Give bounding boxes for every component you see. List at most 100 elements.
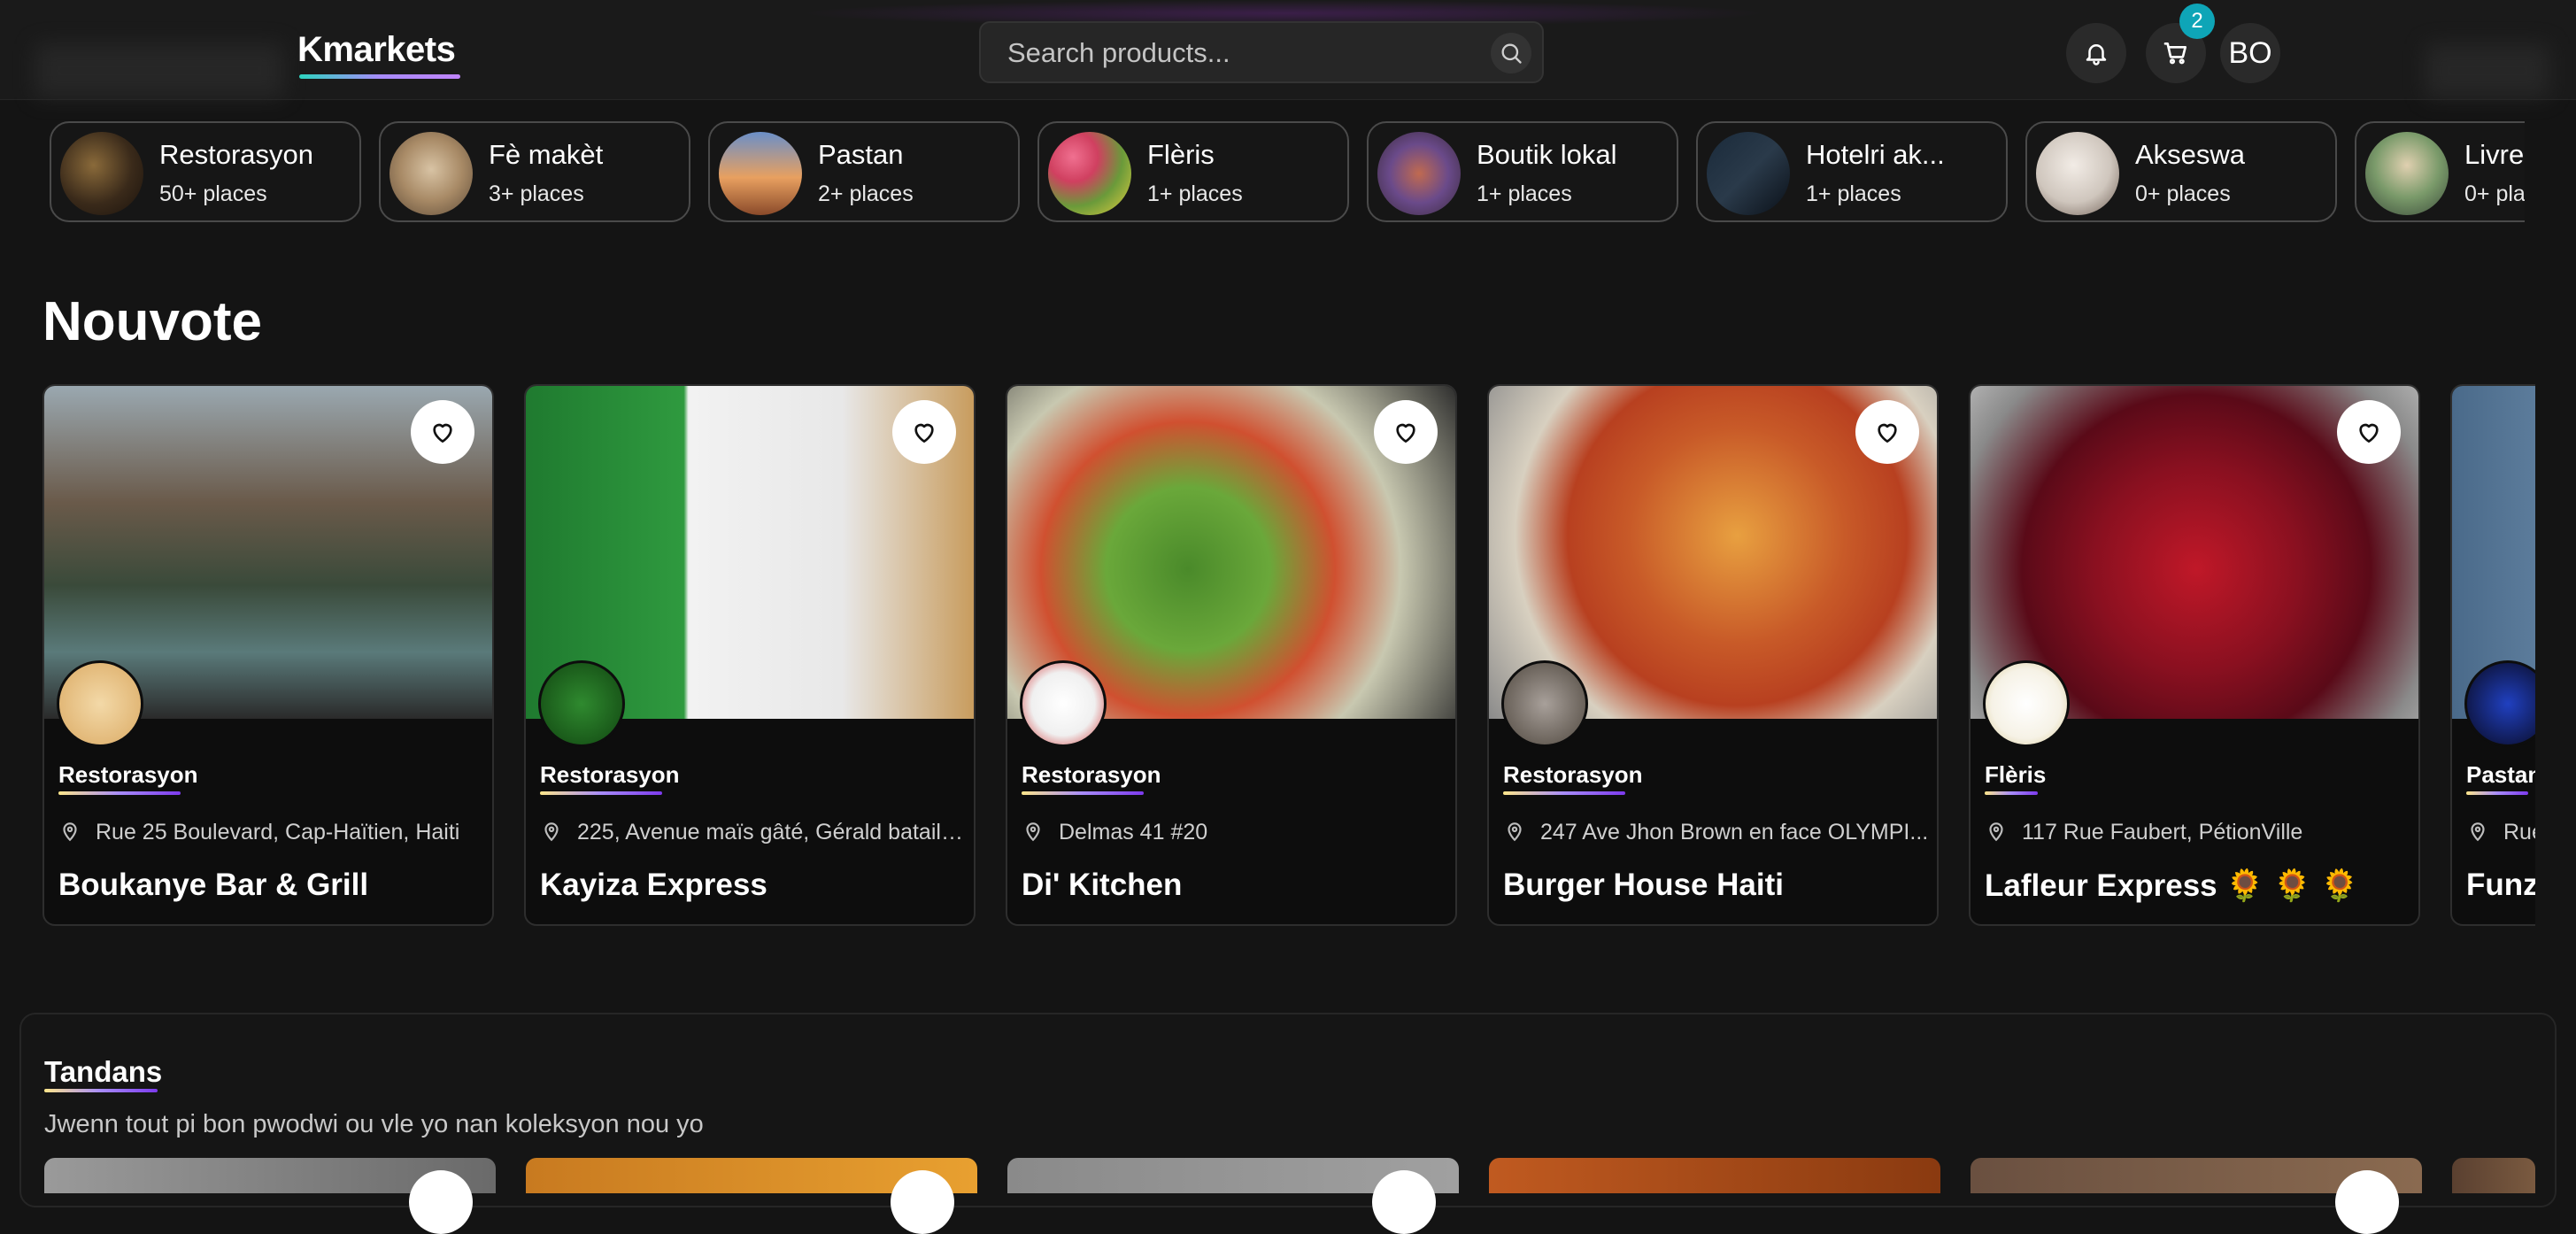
location-pin-icon <box>1026 822 1040 842</box>
category-strip: Restorasyon 50+ places Fè makèt 3+ place… <box>0 120 2525 227</box>
place-name[interactable]: Lafleur Express 🌻 🌻 🌻 <box>1985 868 2359 904</box>
category-image <box>1707 132 1790 215</box>
location-pin-icon <box>1989 822 2003 842</box>
category-image <box>2036 132 2119 215</box>
category-count: 0+ places <box>2464 181 2525 206</box>
favorite-button[interactable] <box>2337 400 2401 464</box>
trend-card[interactable] <box>2452 1158 2535 1193</box>
favorite-button[interactable] <box>1372 1170 1436 1234</box>
place-category: Flèris <box>1985 761 2047 788</box>
category-image <box>60 132 143 215</box>
place-logo <box>57 660 143 747</box>
brand-logo[interactable]: Kmarkets <box>297 30 456 70</box>
section-title-new: Nouvote <box>42 291 262 352</box>
favorite-button[interactable] <box>891 1170 954 1234</box>
place-card[interactable]: Restorasyon 225, Avenue maïs gâté, Géral… <box>524 384 976 926</box>
location-pin-icon <box>544 822 559 842</box>
category-image <box>1048 132 1131 215</box>
category-underline <box>58 791 181 795</box>
place-card[interactable]: Restorasyon Delmas 41 #20 Di' Kitchen <box>1006 384 1457 926</box>
category-image <box>719 132 802 215</box>
category-name: Livrez <box>2464 139 2525 170</box>
favorite-button[interactable] <box>1374 400 1438 464</box>
category-underline <box>2466 791 2528 795</box>
cart-count-badge: 2 <box>2179 4 2215 39</box>
heart-icon <box>914 423 934 443</box>
category-name: Akseswa <box>2135 139 2246 170</box>
brand-underline <box>299 74 460 79</box>
place-name[interactable]: Boukanye Bar & Grill <box>58 868 368 903</box>
search-button[interactable] <box>1491 33 1531 73</box>
place-address: 225, Avenue maïs gâté, Gérald bataille .… <box>577 820 967 845</box>
category-image <box>2365 132 2449 215</box>
category-count: 3+ places <box>489 181 584 206</box>
place-category: Restorasyon <box>1022 761 1161 788</box>
favorite-button[interactable] <box>892 400 956 464</box>
category-chip-fe-maket[interactable]: Fè makèt 3+ places <box>379 121 690 222</box>
favorite-button[interactable] <box>411 400 474 464</box>
category-underline <box>1503 791 1625 795</box>
favorite-button[interactable] <box>1855 400 1919 464</box>
header-blur-right <box>2426 44 2549 97</box>
header-blur-left <box>35 44 283 97</box>
place-name[interactable]: Kayiza Express <box>540 868 767 903</box>
place-logo <box>1501 660 1588 747</box>
place-name[interactable]: Funzo <box>2466 868 2535 903</box>
category-image <box>389 132 473 215</box>
location-pin-icon <box>63 822 77 842</box>
section-title-trends: Tandans <box>44 1055 163 1088</box>
search-box[interactable] <box>979 21 1544 83</box>
place-card[interactable]: Flèris 117 Rue Faubert, PétionVille Lafl… <box>1969 384 2420 926</box>
category-name: Hotelri ak... <box>1806 139 1945 170</box>
heart-icon <box>433 423 452 443</box>
category-count: 1+ places <box>1477 181 1572 206</box>
category-name: Pastan <box>818 139 904 170</box>
category-underline <box>1022 791 1144 795</box>
category-count: 2+ places <box>818 181 914 206</box>
favorite-button[interactable] <box>409 1170 473 1234</box>
category-name: Restorasyon <box>159 139 314 170</box>
category-count: 1+ places <box>1806 181 1901 206</box>
place-name[interactable]: Burger House Haiti <box>1503 868 1784 903</box>
category-name: Flèris <box>1147 139 1215 170</box>
bell-icon <box>2086 44 2107 66</box>
trends-underline <box>44 1089 158 1092</box>
place-card[interactable]: Restorasyon 247 Ave Jhon Brown en face O… <box>1487 384 1939 926</box>
place-card[interactable]: Pastan Rue Funzo <box>2450 384 2535 926</box>
category-name: Boutik lokal <box>1477 139 1617 170</box>
user-avatar-button[interactable]: BO <box>2220 23 2280 83</box>
search-input[interactable] <box>1006 34 1469 73</box>
place-category: Restorasyon <box>540 761 680 788</box>
notifications-button[interactable] <box>2066 23 2126 83</box>
category-chip-livrezon[interactable]: Livrez 0+ places <box>2355 121 2525 222</box>
cart-icon <box>2163 42 2187 65</box>
heart-icon <box>2359 423 2379 443</box>
category-count: 1+ places <box>1147 181 1243 206</box>
category-count: 0+ places <box>2135 181 2231 206</box>
category-chip-pastan[interactable]: Pastan 2+ places <box>708 121 1020 222</box>
category-chip-fleris[interactable]: Flèris 1+ places <box>1037 121 1349 222</box>
trends-subtitle: Jwenn tout pi bon pwodwi ou vle yo nan k… <box>44 1110 704 1138</box>
place-category: Restorasyon <box>58 761 198 788</box>
category-chip-boutik-lokal[interactable]: Boutik lokal 1+ places <box>1367 121 1678 222</box>
place-name[interactable]: Di' Kitchen <box>1022 868 1182 903</box>
place-category: Restorasyon <box>1503 761 1643 788</box>
heart-icon <box>1878 423 1897 443</box>
location-pin-icon <box>2471 822 2485 842</box>
category-chip-akseswa[interactable]: Akseswa 0+ places <box>2025 121 2337 222</box>
trend-card[interactable] <box>1489 1158 1940 1193</box>
place-address: Rue <box>2503 820 2535 845</box>
place-logo <box>538 660 625 747</box>
heart-icon <box>1396 423 1415 443</box>
place-address: Rue 25 Boulevard, Cap-Haïtien, Haiti <box>96 820 460 845</box>
place-address: 247 Ave Jhon Brown en face OLYMPI... <box>1540 820 1929 845</box>
place-logo <box>1983 660 2070 747</box>
place-address: 117 Rue Faubert, PétionVille <box>2022 820 2303 845</box>
favorite-button[interactable] <box>2335 1170 2399 1234</box>
category-underline <box>540 791 662 795</box>
avatar-initials: BO <box>2228 35 2272 70</box>
category-count: 50+ places <box>159 181 267 206</box>
category-chip-restorasyon[interactable]: Restorasyon 50+ places <box>50 121 361 222</box>
category-chip-hotelri[interactable]: Hotelri ak... 1+ places <box>1696 121 2008 222</box>
place-card[interactable]: Restorasyon Rue 25 Boulevard, Cap-Haïtie… <box>42 384 494 926</box>
